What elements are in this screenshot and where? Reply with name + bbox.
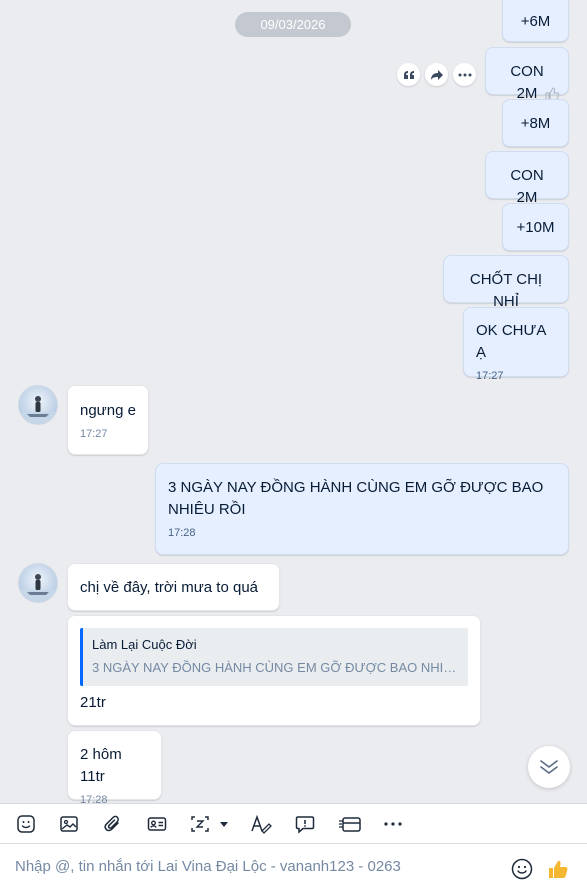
avatar[interactable] bbox=[18, 563, 58, 603]
double-chevron-down-icon bbox=[540, 760, 558, 774]
image-icon[interactable] bbox=[57, 812, 81, 836]
message-composer bbox=[0, 843, 587, 894]
task-icon[interactable] bbox=[337, 812, 363, 836]
message-text: CON 2M bbox=[510, 63, 544, 102]
message-text: 21tr bbox=[80, 694, 106, 711]
message-text: 3 NGÀY NAY ĐỒNG HÀNH CÙNG EM GỠ ĐƯỢC BAO… bbox=[168, 479, 544, 518]
quoted-message[interactable]: Làm Lại Cuộc Đời 3 NGÀY NAY ĐỒNG HÀNH CÙ… bbox=[80, 628, 468, 686]
message-bubble[interactable]: +6M bbox=[502, 0, 569, 42]
message-text: +10M bbox=[516, 219, 555, 236]
thumbs-up-icon[interactable] bbox=[546, 857, 570, 881]
message-text: CHỐT CHỊ NHỈ bbox=[469, 271, 543, 310]
message-text: OK CHƯA Ạ bbox=[476, 322, 546, 361]
message-bubble[interactable]: 2 hôm 11tr 17:28 bbox=[67, 730, 162, 803]
quote-icon[interactable] bbox=[397, 63, 420, 86]
message-bubble[interactable]: OK CHƯA Ạ 17:27 bbox=[463, 307, 569, 382]
message-bubble[interactable]: +10M bbox=[502, 203, 569, 251]
message-text: ngưng e bbox=[80, 402, 136, 419]
attachment-icon[interactable] bbox=[101, 812, 125, 836]
forward-icon[interactable] bbox=[425, 63, 448, 86]
contact-card-icon[interactable] bbox=[145, 812, 169, 836]
message-time: 17:27 bbox=[476, 370, 504, 382]
quick-message-icon[interactable] bbox=[293, 812, 317, 836]
message-time: 17:28 bbox=[168, 527, 196, 539]
quoted-author: Làm Lại Cuộc Đời bbox=[92, 637, 197, 652]
scroll-to-bottom-button[interactable] bbox=[528, 746, 570, 788]
screenshot-icon[interactable] bbox=[190, 812, 234, 836]
message-bubble[interactable]: ngưng e 17:27 bbox=[67, 385, 149, 455]
chat-area: 09/03/2026 +6M CON 2M +8M CON 2M +10M CH… bbox=[0, 0, 587, 803]
message-text: CON 2M bbox=[510, 167, 544, 206]
message-bubble[interactable]: +8M bbox=[502, 99, 569, 147]
message-time: 17:28 bbox=[80, 794, 108, 803]
message-bubble[interactable]: chị về đây, trời mưa to quá bbox=[67, 563, 280, 611]
message-bubble[interactable]: CON 2M bbox=[485, 151, 569, 206]
more-icon[interactable] bbox=[453, 63, 476, 86]
format-text-icon[interactable] bbox=[249, 812, 273, 836]
emoji-icon[interactable] bbox=[510, 857, 534, 881]
quoted-text: 3 NGÀY NAY ĐỒNG HÀNH CÙNG EM GỠ ĐƯỢC BAO… bbox=[92, 660, 460, 675]
message-text: +8M bbox=[520, 115, 551, 132]
more-icon[interactable] bbox=[381, 812, 405, 836]
sticker-icon[interactable] bbox=[14, 812, 38, 836]
message-bubble[interactable]: CHỐT CHỊ NHỈ bbox=[443, 255, 569, 310]
date-separator: 09/03/2026 bbox=[235, 12, 351, 37]
message-text: +6M bbox=[520, 13, 551, 30]
composer-toolbar bbox=[0, 803, 587, 843]
message-text: 2 hôm 11tr bbox=[80, 746, 122, 785]
message-bubble[interactable]: 3 NGÀY NAY ĐỒNG HÀNH CÙNG EM GỠ ĐƯỢC BAO… bbox=[155, 463, 569, 555]
message-time: 17:27 bbox=[80, 428, 108, 440]
message-input[interactable] bbox=[15, 858, 495, 875]
message-text: chị về đây, trời mưa to quá bbox=[80, 579, 259, 596]
avatar[interactable] bbox=[18, 385, 58, 425]
